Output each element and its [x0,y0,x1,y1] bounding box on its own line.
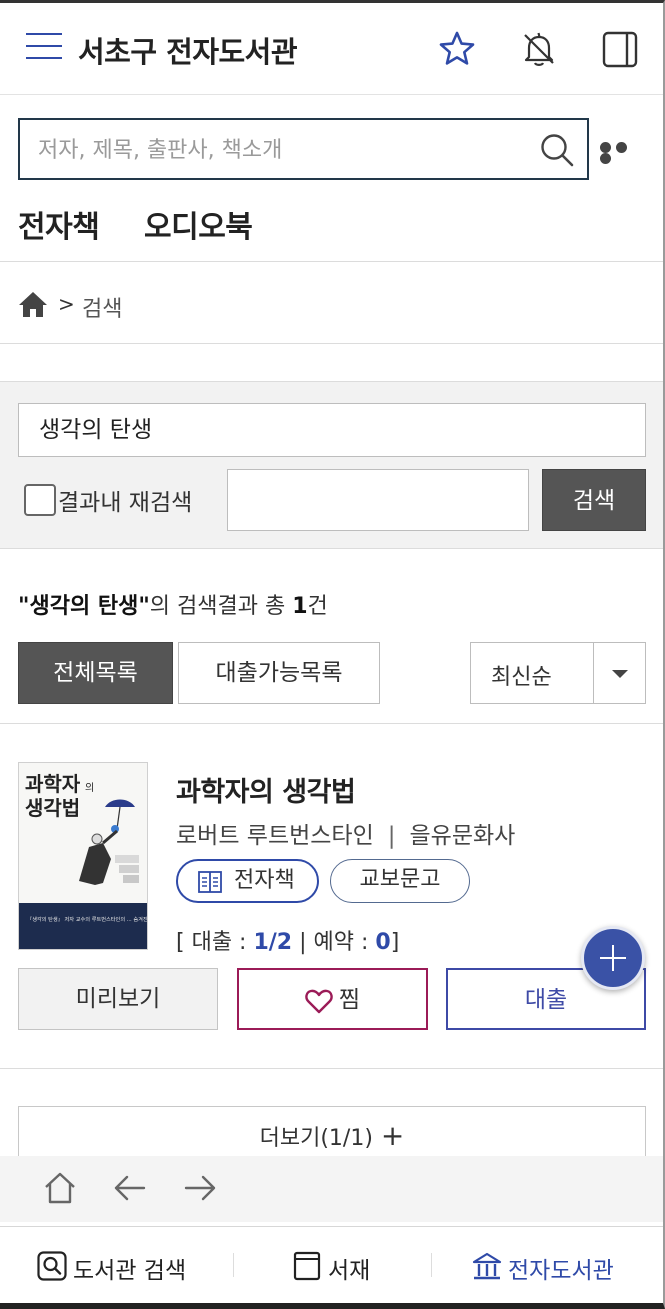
loan-status: [ 대출 : 1/2 | 예약 : 0] [176,924,399,956]
tab-bookshelf-label: 서재 [328,1258,371,1284]
back-arrow-icon[interactable] [112,1170,148,1206]
result-count-unit: 건 [307,594,328,619]
loan-separator: | 예약 : [292,930,376,955]
tab-all-list[interactable]: 전체목록 [18,642,173,704]
wishlist-button[interactable]: 찜 [237,968,428,1030]
search-input[interactable] [38,128,518,172]
result-count: 1 [292,594,308,619]
heart-icon [305,989,333,1013]
loan-suffix: ] [390,930,400,955]
result-summary: "생각의 탄생"의 검색결과 총 1건 [18,588,328,620]
app-title: 서초구 전자도서관 [78,35,298,69]
book-meta: 로버트 루트번스타인 | 을유문화사 [176,816,515,850]
bottom-tab-bar: 도서관 검색 서재 전자도서관 [0,1226,663,1303]
load-more-label: 더보기(1/1) [259,1126,373,1151]
cover-title-line2: 생각법 [25,796,80,820]
plus-sign: + [380,1119,405,1152]
result-query: "생각의 탄생" [18,594,150,619]
divider [0,723,663,724]
chevron-down-icon [612,670,628,678]
wishlist-label: 찜 [338,987,361,1013]
vendor-chip: 교보문고 [330,859,470,903]
tab-separator [233,1253,234,1277]
loan-prefix: [ 대출 : [176,930,254,955]
home-outline-icon[interactable] [42,1170,78,1206]
sort-divider [593,643,594,703]
divider [0,261,663,262]
cover-quote: 『생각의 탄생』 저자 교수의 루트번스타인의 ... 숨겨진 보물과 같은 책… [27,915,147,923]
cover-title-line1: 과학자 [25,772,81,796]
home-icon[interactable] [18,290,48,318]
sort-selected: 최신순 [491,665,552,690]
loan-count: 1/2 [253,930,293,955]
book-author: 로버트 루트번스타인 [176,823,374,849]
book-cover-image: 과학자 의 생각법 『생각의 탄생』 저자 교수의 루트번스타인의 ... 숨겨… [19,763,147,949]
tab-separator [431,1253,432,1277]
tab-library-search-label: 도서관 검색 [73,1258,187,1284]
reserve-count: 0 [375,930,391,955]
breadcrumb-current: 검색 [82,297,123,322]
breadcrumb-separator: > [58,292,75,316]
cover-title-small: 의 [85,782,94,794]
tab-audiobook[interactable]: 오디오북 [144,202,253,246]
search-box [18,118,589,180]
app-header: 서초구 전자도서관 [0,3,663,95]
ebook-type-label: 전자책 [234,868,295,893]
star-icon[interactable] [437,29,477,69]
forward-arrow-icon[interactable] [182,1170,218,1206]
ebook-type-chip: 전자책 [176,859,319,903]
bell-off-icon[interactable] [519,29,559,69]
query-input[interactable]: 생각의 탄생 [18,403,646,457]
divider [0,343,663,344]
browser-nav-strip [0,1156,663,1222]
book-publisher: 을유문화사 [409,823,516,849]
divider [0,1068,663,1069]
tab-available-list[interactable]: 대출가능목록 [178,642,380,704]
preview-button[interactable]: 미리보기 [18,968,218,1030]
tab-ebook[interactable]: 전자책 [18,202,100,246]
result-summary-text: 의 검색결과 총 [149,594,293,619]
bookshelf-icon[interactable] [600,29,640,69]
tab-e-library-label: 전자도서관 [508,1258,614,1284]
open-book-icon [198,871,222,893]
search-button[interactable]: 검색 [542,469,646,531]
search-icon[interactable] [539,132,575,168]
sort-select[interactable]: 최신순 [470,642,646,704]
plus-icon[interactable] [581,926,645,990]
search-panel: 생각의 탄생 결과내 재검색 검색 [0,381,663,549]
meta-separator: | [387,823,396,849]
menu-icon[interactable] [26,33,62,63]
book-icon [293,1251,321,1281]
more-options-icon[interactable] [600,142,646,164]
search-within-label: 결과내 재검색 [58,490,193,516]
library-building-icon [472,1252,502,1280]
search-within-input[interactable] [227,469,529,531]
search-within-checkbox[interactable] [24,484,56,516]
book-cover[interactable]: 과학자 의 생각법 『생각의 탄생』 저자 교수의 루트번스타인의 ... 숨겨… [18,762,148,950]
book-title[interactable]: 과학자의 생각법 [176,770,356,809]
search-square-icon [37,1251,67,1281]
